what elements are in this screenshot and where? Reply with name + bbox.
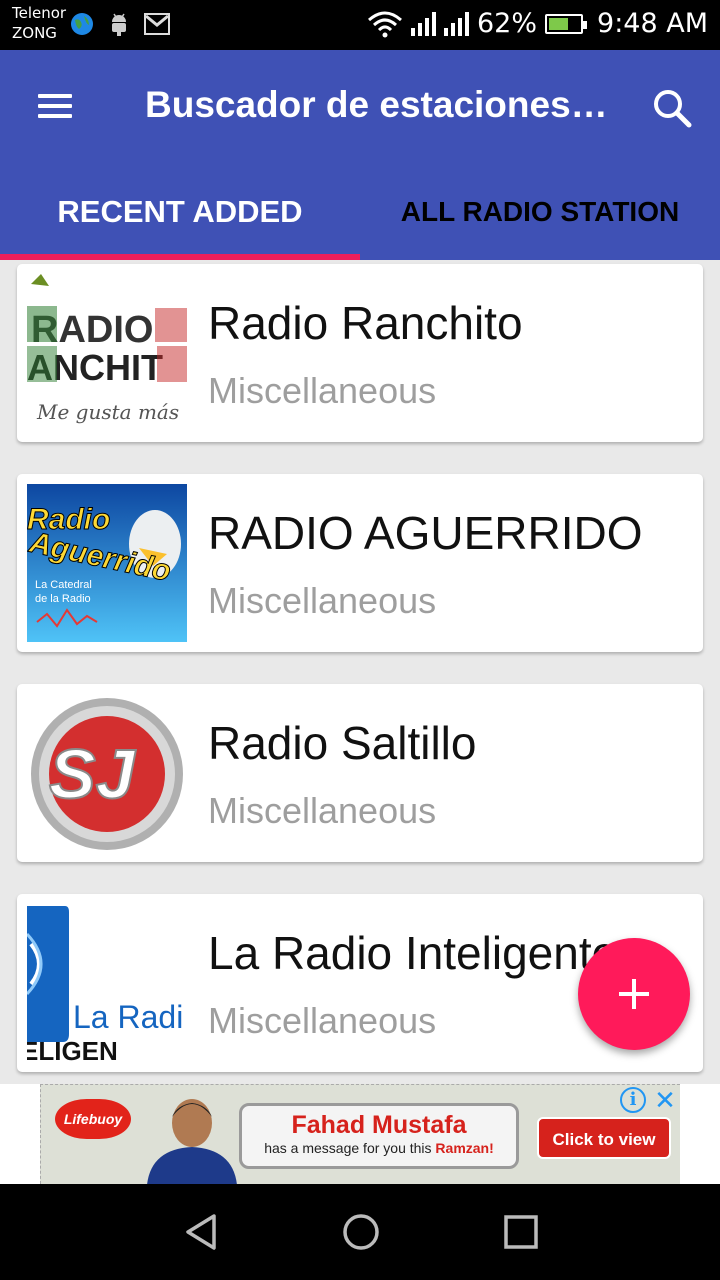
- station-name: Radio Ranchito: [208, 297, 523, 349]
- svg-text:SJ: SJ: [49, 735, 137, 813]
- la-radio-inteligente-logo: La Radi ELIGEN: [27, 904, 187, 1062]
- page-title: Buscador de estaciones de radio: [145, 84, 615, 125]
- tab-bar: RECENT ADDED ALL RADIO STATION: [0, 178, 720, 260]
- clock: 9:48 AM: [597, 8, 708, 39]
- battery-percent: 62%: [477, 8, 538, 39]
- tab-all-radio-station[interactable]: ALL RADIO STATION: [360, 178, 720, 260]
- info-icon[interactable]: i: [620, 1087, 646, 1113]
- sj-logo: SJ: [27, 694, 187, 852]
- station-category: Miscellaneous: [208, 790, 437, 831]
- carrier-name: Telenor ZONG: [12, 4, 67, 42]
- tab-indicator: [0, 254, 360, 260]
- list-item[interactable]: Radio Aguerrido La Catedral de la Radio …: [17, 474, 703, 652]
- svg-text:ELIGEN: ELIGEN: [27, 1036, 118, 1062]
- station-category: Miscellaneous: [208, 1000, 437, 1041]
- hamburger-menu-icon[interactable]: [34, 88, 76, 124]
- close-icon[interactable]: ✕: [652, 1086, 678, 1114]
- status-bar: Telenor ZONG 62% 9:48 AM: [0, 0, 720, 50]
- android-icon: [112, 13, 126, 36]
- radio-ranchito-logo: RADIO ANCHIT Me gusta más: [27, 274, 187, 432]
- home-icon[interactable]: [339, 1210, 383, 1254]
- status-right: 62% 9:48 AM: [367, 8, 708, 39]
- battery-charging-icon: [545, 13, 588, 34]
- gmail-icon: [144, 13, 170, 35]
- list-item[interactable]: RADIO ANCHIT Me gusta más Radio Ranchito…: [17, 264, 703, 442]
- tab-recent-added[interactable]: RECENT ADDED: [0, 178, 360, 260]
- globe-icon: [71, 13, 93, 35]
- battery-level-fill: [549, 17, 568, 30]
- svg-text:de la Radio: de la Radio: [35, 593, 91, 605]
- station-name: Radio Saltillo: [208, 717, 477, 769]
- radio-aguerrido-logo: Radio Aguerrido La Catedral de la Radio: [27, 484, 187, 642]
- signal-icon: [411, 11, 436, 36]
- svg-text:La Catedral: La Catedral: [35, 579, 92, 591]
- recents-icon[interactable]: [499, 1210, 543, 1254]
- ad-banner[interactable]: Lifebuoy Fahad Mustafa has a message for…: [40, 1084, 680, 1184]
- list-item[interactable]: SJ Radio Saltillo Miscellaneous: [17, 684, 703, 862]
- ad-person-image: [147, 1099, 237, 1184]
- station-category: Miscellaneous: [208, 370, 437, 411]
- station-category: Miscellaneous: [208, 580, 437, 621]
- ad-message-box: Fahad Mustafa has a message for you this…: [239, 1103, 519, 1169]
- add-station-button[interactable]: [578, 938, 690, 1050]
- ad-brand-logo: Lifebuoy: [55, 1099, 131, 1139]
- station-name: La Radio Inteligente: [208, 927, 618, 979]
- station-name: RADIO AGUERRIDO: [208, 507, 643, 559]
- app-bar: Buscador de estaciones de radio RECENT A…: [0, 50, 720, 260]
- wifi-icon: [368, 11, 402, 37]
- navigation-bar: [0, 1184, 720, 1280]
- ad-container: Lifebuoy Fahad Mustafa has a message for…: [0, 1084, 720, 1184]
- notification-icons: [70, 12, 170, 36]
- ad-click-to-view-button[interactable]: Click to view: [537, 1117, 671, 1159]
- signal-icon: [444, 11, 469, 36]
- back-icon[interactable]: [180, 1210, 224, 1254]
- plus-icon: [619, 979, 649, 1009]
- svg-text:La Radi: La Radi: [73, 999, 183, 1035]
- search-icon[interactable]: [650, 86, 694, 130]
- svg-text:Me gusta más: Me gusta más: [36, 400, 179, 424]
